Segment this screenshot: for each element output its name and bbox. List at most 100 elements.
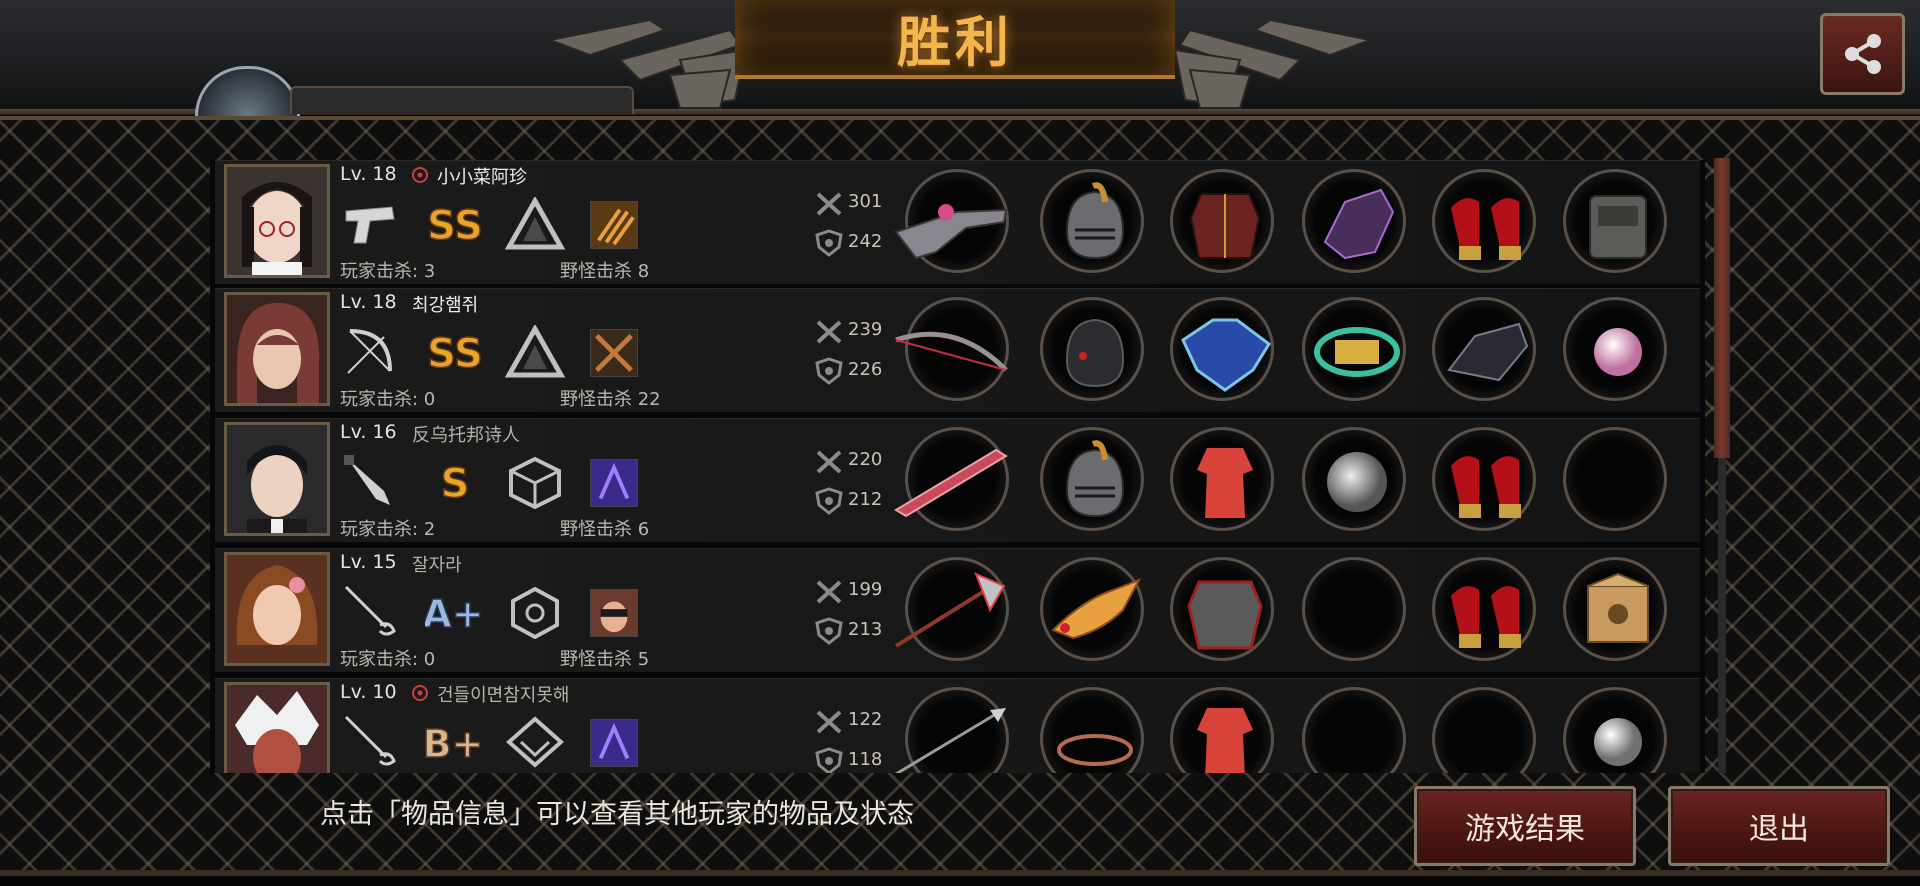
attack-value: 301 xyxy=(848,191,883,212)
bow-icon xyxy=(347,329,392,374)
clan-icon xyxy=(412,685,428,701)
title-plate: 胜利 xyxy=(735,0,1175,79)
grade-badge: SS xyxy=(426,330,483,378)
defense-icon xyxy=(815,747,843,773)
item-slot-red-suit[interactable] xyxy=(1170,687,1274,773)
cube-rank-icon xyxy=(509,456,561,509)
item-slot-ring[interactable] xyxy=(1040,687,1144,773)
item-slot-tiara[interactable] xyxy=(1040,557,1144,661)
triangle-rank-icon xyxy=(505,325,565,378)
player-row[interactable]: Lv. 10 건들이면참지못해 B+ 122 118 xyxy=(215,678,1700,773)
item-slot-gauntlet[interactable] xyxy=(1302,169,1406,273)
player-level: Lv. 18 xyxy=(340,291,397,313)
attack-value: 199 xyxy=(848,579,883,600)
player-kills: 玩家击杀: 2 xyxy=(340,519,436,540)
item-slot-black-helmet[interactable] xyxy=(1040,297,1144,401)
defense-value: 242 xyxy=(848,231,883,252)
attack-icon xyxy=(816,192,842,216)
item-slot-spear[interactable] xyxy=(895,687,1009,773)
player-name: 小小菜阿珍 xyxy=(437,167,527,188)
player-row[interactable]: Lv. 18 小小菜阿珍 SS 玩家击杀: 3 野怪击杀 8 301 242 xyxy=(215,160,1700,284)
attack-icon xyxy=(816,320,842,344)
svg-text:SS: SS xyxy=(427,331,483,377)
purple-skill-icon xyxy=(590,459,638,507)
item-slot-gun[interactable] xyxy=(894,169,1009,273)
player-name: 잘자라 xyxy=(412,555,462,576)
defense-icon xyxy=(815,487,843,515)
player-kills: 玩家击杀: 0 xyxy=(340,649,436,670)
monster-kills: 野怪击杀 8 xyxy=(560,261,650,282)
item-slot-empty[interactable] xyxy=(1302,687,1406,773)
item-slot-empty[interactable] xyxy=(1563,427,1667,531)
item-slot-heels[interactable] xyxy=(1432,557,1536,661)
item-slot-axe[interactable] xyxy=(894,557,1009,661)
rapier-icon xyxy=(344,715,396,766)
grade-badge: S xyxy=(440,460,470,508)
share-icon xyxy=(1844,34,1881,74)
item-slot-backpack[interactable] xyxy=(1563,169,1667,273)
cross-skill-icon xyxy=(590,329,638,377)
defense-icon xyxy=(815,617,843,645)
item-slot-gold-bracelet[interactable] xyxy=(1302,297,1406,401)
monster-kills: 野怪击杀 22 xyxy=(560,389,661,410)
svg-text:SS: SS xyxy=(427,203,483,249)
item-slot-bow[interactable] xyxy=(895,297,1009,401)
item-slot-plate-armor[interactable] xyxy=(1170,557,1274,661)
item-slot-blue-robe[interactable] xyxy=(1170,297,1274,401)
item-slot-helmet[interactable] xyxy=(1040,169,1144,273)
item-slot-silver-orb[interactable] xyxy=(1563,687,1667,773)
attack-value: 122 xyxy=(848,709,883,730)
share-button[interactable] xyxy=(1820,13,1905,95)
item-slot-helmet[interactable] xyxy=(1040,427,1144,531)
attack-value: 220 xyxy=(848,449,883,470)
item-slot-box[interactable] xyxy=(1563,557,1667,661)
item-slot-empty[interactable] xyxy=(1302,557,1406,661)
monster-kills: 野怪击杀 5 xyxy=(560,649,650,670)
knife-icon xyxy=(344,455,390,505)
triangle-rank-icon xyxy=(505,197,565,250)
player-level: Lv. 18 xyxy=(340,163,397,185)
game-result-button[interactable]: 游戏结果 xyxy=(1414,786,1636,866)
player-row[interactable]: Lv. 15 잘자라 A+ 玩家击杀: 0 野怪击杀 5 199 213 xyxy=(215,548,1700,672)
victory-title: 胜利 xyxy=(897,10,1013,74)
item-slot-heels[interactable] xyxy=(1432,427,1536,531)
player-name: 최강햄쥐 xyxy=(412,295,479,316)
player-row[interactable]: Lv. 18 최강햄쥐 SS 玩家击杀: 0 野怪击杀 22 239 226 xyxy=(215,288,1700,412)
player-name-tab xyxy=(290,86,634,114)
item-slot-blade[interactable] xyxy=(894,427,1009,531)
monster-kills: 野怪击杀 6 xyxy=(560,519,650,540)
item-slot-armor[interactable] xyxy=(1170,169,1274,273)
item-slot-disc[interactable] xyxy=(1302,427,1406,531)
defense-value: 118 xyxy=(848,749,883,770)
hex-rank-icon xyxy=(511,586,559,639)
right-wing-gun-emblem-icon xyxy=(1173,18,1374,109)
defense-value: 212 xyxy=(848,489,883,510)
svg-text:S: S xyxy=(441,461,470,507)
face-skill-icon xyxy=(590,589,638,637)
scrollbar-thumb[interactable] xyxy=(1714,158,1730,458)
claw-skill-icon xyxy=(590,201,638,249)
item-slot-heels[interactable] xyxy=(1432,169,1536,273)
defense-icon xyxy=(815,357,843,385)
player-name: 건들이면참지못해 xyxy=(437,685,570,706)
player-level: Lv. 16 xyxy=(340,421,397,443)
item-slot-black-gauntlet[interactable] xyxy=(1432,297,1536,401)
player-kills: 玩家击杀: 0 xyxy=(340,389,436,410)
defense-value: 226 xyxy=(848,359,883,380)
grade-badge: B+ xyxy=(425,721,484,767)
attack-icon xyxy=(816,450,842,474)
player-row[interactable]: Lv. 16 反乌托邦诗人 S 玩家击杀: 2 野怪击杀 6 220 212 xyxy=(215,418,1700,542)
exit-button[interactable]: 退出 xyxy=(1668,786,1890,866)
item-slot-empty[interactable] xyxy=(1432,687,1536,773)
player-list[interactable]: Lv. 18 小小菜阿珍 SS 玩家击杀: 3 野怪击杀 8 301 242 L… xyxy=(210,160,1705,773)
attack-icon xyxy=(816,710,842,734)
player-level: Lv. 10 xyxy=(340,681,397,703)
player-kills: 玩家击杀: 3 xyxy=(340,261,436,282)
avatar xyxy=(224,164,330,278)
item-slot-pearl[interactable] xyxy=(1563,297,1667,401)
pistol-icon xyxy=(345,206,395,244)
svg-text:A+: A+ xyxy=(425,592,484,636)
avatar xyxy=(224,422,330,536)
avatar xyxy=(224,682,330,773)
item-slot-red-suit[interactable] xyxy=(1170,427,1274,531)
